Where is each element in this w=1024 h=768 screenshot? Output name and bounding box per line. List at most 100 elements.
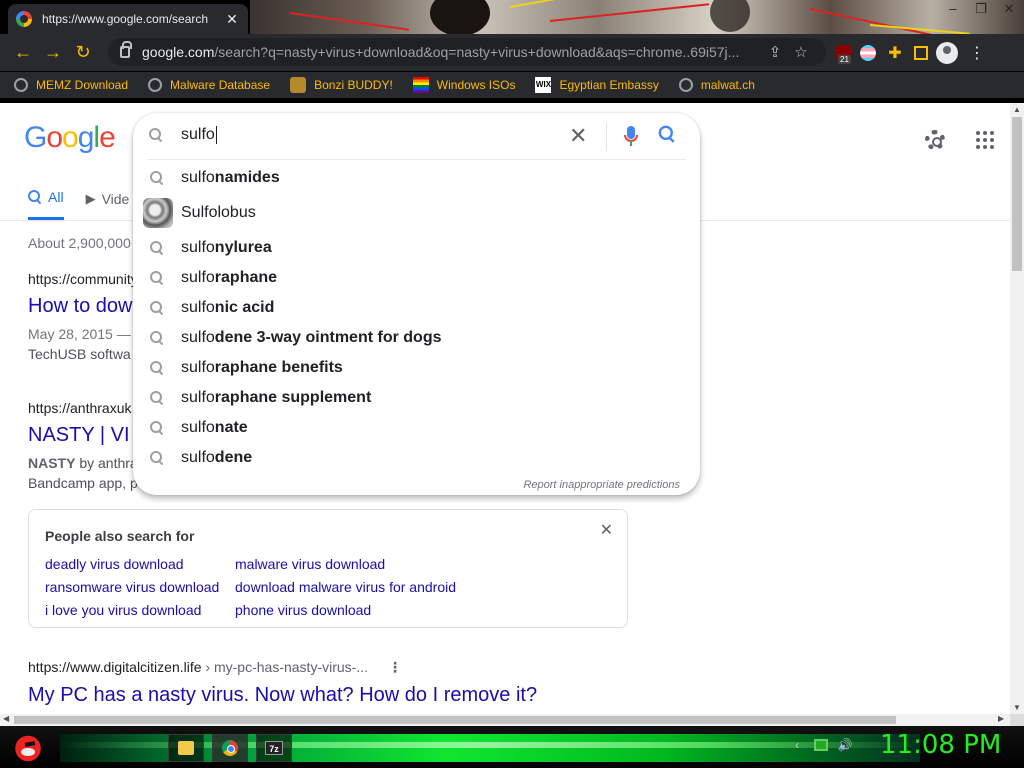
search-tabs: All ▶ Vide bbox=[28, 189, 129, 220]
address-bar[interactable]: google.com/search?q=nasty+virus+download… bbox=[108, 38, 826, 66]
suggestion-label: Sulfolobus bbox=[181, 204, 256, 221]
suggestion-item[interactable]: sulfo raphane supplement bbox=[133, 383, 700, 413]
horizontal-scrollbar[interactable]: ◀ ▶ bbox=[0, 714, 1010, 726]
bookmark-label: Windows ISOs bbox=[436, 78, 516, 92]
settings-gear-icon[interactable] bbox=[920, 125, 950, 155]
vertical-scroll-thumb[interactable] bbox=[1012, 117, 1022, 271]
back-icon[interactable]: ← bbox=[8, 38, 38, 68]
side-panel-icon[interactable] bbox=[914, 46, 928, 60]
pasf-link[interactable]: i love you virus download bbox=[45, 602, 235, 618]
scroll-right-icon[interactable]: ▶ bbox=[998, 714, 1004, 723]
microphone-icon[interactable] bbox=[624, 126, 638, 151]
search-icon bbox=[133, 421, 181, 435]
suggestion-item[interactable]: sulfo nate bbox=[133, 413, 700, 443]
search-icon bbox=[133, 451, 181, 465]
browser-menu-icon[interactable]: ⋮ bbox=[966, 42, 988, 64]
scrollbar-corner bbox=[1010, 714, 1024, 726]
reload-icon[interactable]: ↻ bbox=[68, 38, 98, 68]
apps-grid-icon[interactable] bbox=[970, 125, 1000, 155]
bookmark-star-icon[interactable]: ☆ bbox=[788, 43, 814, 61]
system-tray: ‹ 🔊 bbox=[790, 738, 852, 752]
suggestion-item[interactable]: sulfo raphane bbox=[133, 263, 700, 293]
pasf-link[interactable]: malware virus download bbox=[235, 556, 495, 572]
taskbar-file-explorer[interactable] bbox=[168, 734, 204, 762]
bookmark-label: Bonzi BUDDY! bbox=[314, 78, 393, 92]
bookmark-item[interactable]: Bonzi BUDDY! bbox=[290, 77, 393, 93]
desktop-wallpaper-strip bbox=[250, 0, 1024, 40]
scroll-left-icon[interactable]: ◀ bbox=[3, 714, 9, 723]
taskbar-chrome[interactable] bbox=[212, 734, 248, 762]
suggestion-item[interactable]: sulfo nylurea bbox=[133, 233, 700, 263]
result-title[interactable]: My PC has a nasty virus. Now what? How d… bbox=[28, 684, 628, 707]
network-icon[interactable] bbox=[814, 739, 828, 751]
suggestion-item[interactable]: Sulfolobus bbox=[133, 193, 700, 233]
suggestion-item[interactable]: sulfo dene 3-way ointment for dogs bbox=[133, 323, 700, 353]
rainbow-flag-icon bbox=[412, 77, 429, 93]
show-hidden-icons-chevron-icon[interactable]: ‹ bbox=[790, 738, 804, 752]
more-options-icon[interactable]: ⋮ bbox=[388, 659, 402, 676]
minimize-icon[interactable]: – bbox=[944, 2, 962, 16]
pasf-link[interactable]: ransomware virus download bbox=[45, 579, 235, 595]
restore-icon[interactable]: ❐ bbox=[972, 2, 990, 16]
profile-avatar-icon[interactable] bbox=[936, 42, 958, 64]
pasf-link[interactable]: phone virus download bbox=[235, 602, 495, 618]
tab-videos[interactable]: ▶ Vide bbox=[86, 189, 130, 220]
clear-search-icon[interactable]: ✕ bbox=[569, 125, 587, 147]
pasf-close-icon[interactable]: ✕ bbox=[600, 520, 613, 540]
search-input[interactable]: sulfo bbox=[181, 126, 561, 144]
bookmark-label: MEMZ Download bbox=[36, 78, 129, 92]
pasf-link[interactable]: download malware virus for android bbox=[235, 579, 495, 595]
search-submit-icon[interactable] bbox=[658, 125, 674, 146]
bookmark-item[interactable]: WIX Egyptian Embassy bbox=[535, 77, 659, 93]
suggestion-item[interactable]: sulfo raphane benefits bbox=[133, 353, 700, 383]
search-result: https://www.digitalcitizen.life › my-pc-… bbox=[28, 659, 628, 707]
lock-icon[interactable] bbox=[120, 41, 132, 58]
suggestion-item[interactable]: sulfo namides bbox=[133, 163, 700, 193]
suggestion-prefix: sulfo bbox=[181, 359, 215, 376]
google-favicon-icon bbox=[16, 11, 32, 27]
tab-all-label: All bbox=[48, 189, 64, 205]
suggestion-completion: namides bbox=[214, 169, 280, 186]
bookmark-item[interactable]: MEMZ Download bbox=[14, 78, 128, 92]
logo-letter: G bbox=[24, 121, 47, 154]
google-logo[interactable]: Google bbox=[24, 121, 116, 155]
close-window-icon[interactable]: ✕ bbox=[1000, 2, 1018, 16]
tab-title: https://www.google.com/search bbox=[42, 12, 209, 26]
result-url[interactable]: https://www.digitalcitizen.life › my-pc-… bbox=[28, 659, 628, 676]
address-url[interactable]: google.com/search?q=nasty+virus+download… bbox=[142, 44, 762, 60]
suggestion-prefix: sulfo bbox=[181, 329, 215, 346]
suggestion-item[interactable]: sulfo nic acid bbox=[133, 293, 700, 323]
suggestion-completion: raphane bbox=[214, 269, 278, 286]
search-divider bbox=[606, 123, 607, 151]
horizontal-scroll-thumb[interactable] bbox=[14, 716, 896, 724]
start-button-angry-bird-icon[interactable] bbox=[8, 728, 48, 766]
vertical-scrollbar[interactable]: ▲ ▼ bbox=[1010, 103, 1024, 714]
suggestion-prefix: sulfo bbox=[181, 419, 215, 436]
7zip-icon: 7z bbox=[265, 741, 283, 755]
tab-all[interactable]: All bbox=[28, 189, 64, 220]
pasf-link[interactable]: deadly virus download bbox=[45, 556, 235, 572]
suggestion-prefix: sulfo bbox=[181, 449, 215, 466]
share-icon[interactable]: ⇪ bbox=[762, 43, 788, 61]
bookmark-item[interactable]: Windows ISOs bbox=[412, 77, 516, 93]
extensions-puzzle-icon[interactable]: ✚ bbox=[884, 42, 906, 64]
taskbar-clock[interactable]: 11:08 PM bbox=[880, 730, 1001, 760]
browser-tab[interactable]: https://www.google.com/search ✕ bbox=[8, 4, 248, 34]
bookmark-item[interactable]: malwat.ch bbox=[678, 78, 755, 92]
suggestion-completion: dene bbox=[214, 449, 253, 466]
bookmarks-bar: MEMZ Download Malware Database Bonzi BUDDY… bbox=[0, 72, 1024, 98]
ublock-origin-icon[interactable]: 21 bbox=[836, 45, 852, 64]
scroll-up-icon[interactable]: ▲ bbox=[1013, 105, 1021, 114]
taskbar: 7z ‹ 🔊 11:08 PM bbox=[0, 726, 1024, 768]
suggestion-completion: nylurea bbox=[214, 239, 272, 256]
logo-letter: o bbox=[62, 121, 79, 154]
taskbar-7zip[interactable]: 7z bbox=[256, 734, 292, 762]
forward-icon[interactable]: → bbox=[38, 38, 68, 68]
volume-icon[interactable]: 🔊 bbox=[838, 738, 853, 752]
trans-flag-extension-icon[interactable] bbox=[860, 45, 876, 61]
suggestion-item[interactable]: sulfo dene bbox=[133, 443, 700, 473]
bookmark-item[interactable]: Malware Database bbox=[148, 78, 270, 92]
tab-close-icon[interactable]: ✕ bbox=[224, 11, 240, 28]
report-predictions-link[interactable]: Report inappropriate predictions bbox=[523, 479, 680, 491]
scroll-down-icon[interactable]: ▼ bbox=[1013, 703, 1021, 712]
